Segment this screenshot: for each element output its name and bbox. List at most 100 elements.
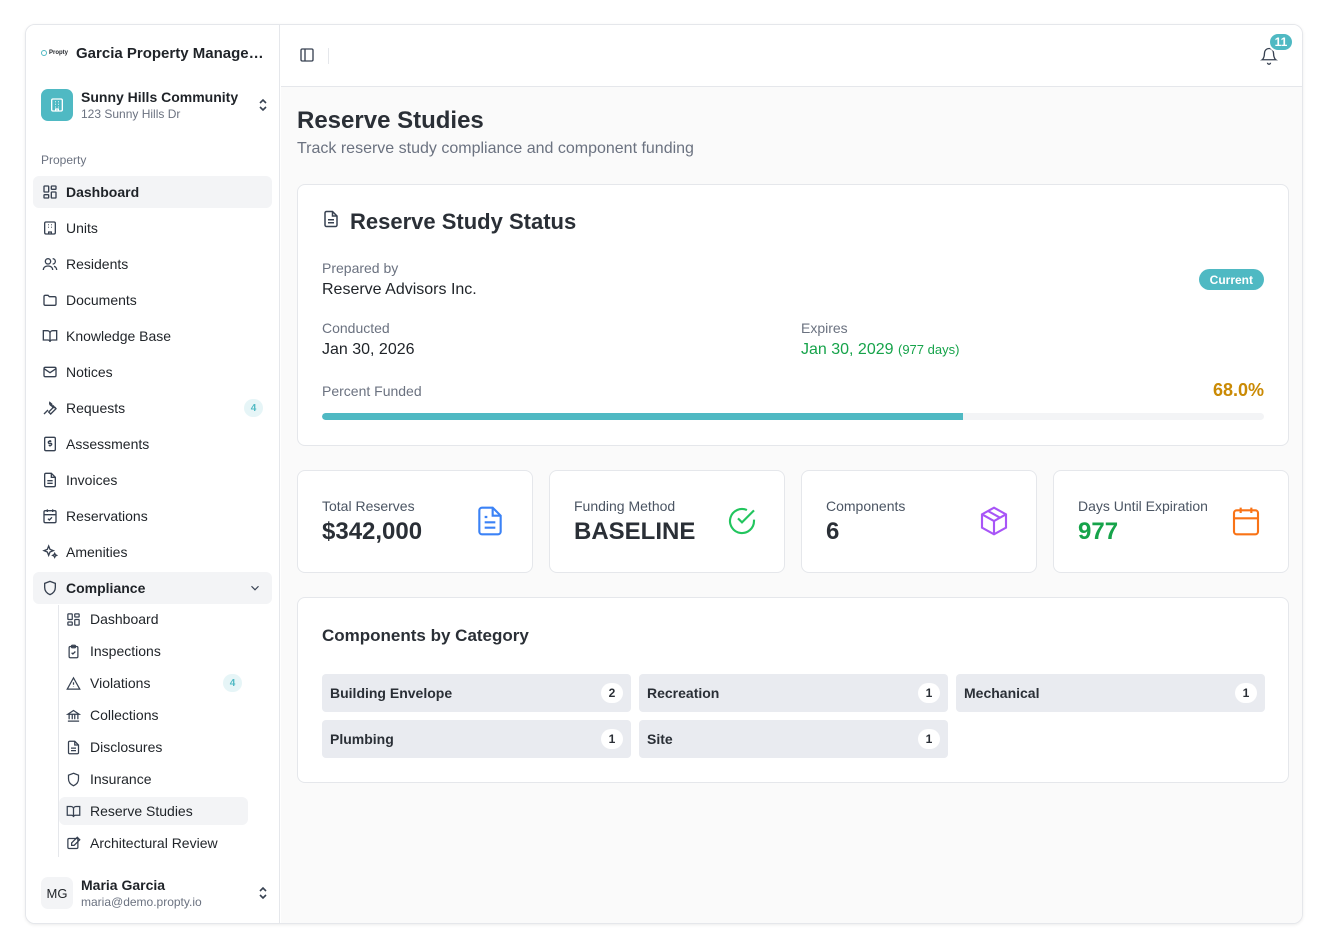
topbar-divider (328, 48, 329, 64)
sidebar-item-compliance[interactable]: Compliance (33, 572, 272, 604)
sidebar-item-label: Knowledge Base (66, 328, 172, 344)
components-by-category-card: Components by Category Building Envelope… (297, 597, 1289, 783)
sidebar-item-dashboard[interactable]: Dashboard (33, 176, 272, 208)
subnav-item-label: Architectural Review (90, 835, 218, 851)
sidebar-item-knowledge-base[interactable]: Knowledge Base (33, 320, 272, 352)
category-item[interactable]: Recreation 1 (639, 674, 948, 712)
brand-logo: Propty (41, 50, 68, 56)
chevron-down-icon (248, 581, 262, 598)
sidebar-item-invoices[interactable]: Invoices (33, 464, 272, 496)
brand-logo-text: Propty (49, 50, 69, 56)
subnav-item-label: Violations (90, 675, 151, 691)
sidebar-item-notices[interactable]: Notices (33, 356, 272, 388)
stat-value: 977 (1078, 518, 1119, 545)
sidebar-nav: Dashboard Units Residents Documents Know… (33, 176, 272, 608)
book-icon (42, 328, 58, 344)
brand-logo-mark-icon (41, 50, 47, 56)
bank-icon (66, 708, 81, 723)
sidebar-toggle-icon[interactable] (299, 47, 315, 63)
percent-funded-value: 68.0% (1212, 380, 1264, 400)
sidebar-item-label: Amenities (66, 544, 128, 560)
dashboard-icon (42, 184, 58, 200)
sidebar-item-units[interactable]: Units (33, 212, 272, 244)
main-content: 11 Reserve Studies Track reserve study c… (281, 25, 1302, 923)
subnav-item-architectural-review[interactable]: Architectural Review (59, 829, 248, 857)
building-icon (41, 89, 73, 121)
sidebar-item-label: Requests (66, 400, 126, 416)
box-icon (978, 505, 1010, 537)
category-grid: Building Envelope 2 Recreation 1 Mechani… (322, 674, 1265, 758)
dashboard-icon (66, 612, 81, 627)
shield-icon (66, 772, 81, 787)
category-name: Site (647, 731, 673, 747)
subnav-item-label: Disclosures (90, 739, 163, 755)
sidebar-item-label: Reservations (66, 508, 148, 524)
category-item[interactable]: Mechanical 1 (956, 674, 1265, 712)
stat-value: BASELINE (574, 518, 696, 545)
percent-funded-bar-fill (322, 413, 963, 420)
check-circle-icon (726, 505, 758, 537)
community-name: Sunny Hills Community (81, 89, 239, 105)
sidebar-item-requests[interactable]: Requests 4 (33, 392, 272, 424)
community-switcher[interactable]: Sunny Hills Community 123 Sunny Hills Dr (41, 88, 269, 122)
stat-card-components: Components 6 (801, 470, 1037, 573)
requests-count-badge: 4 (244, 399, 263, 417)
sidebar-item-amenities[interactable]: Amenities (33, 536, 272, 568)
user-menu[interactable]: MG Maria Garcia maria@demo.propty.io (41, 876, 269, 910)
stat-value: 6 (826, 518, 840, 545)
sidebar-item-label: Residents (66, 256, 129, 272)
category-item[interactable]: Building Envelope 2 (322, 674, 631, 712)
sidebar-item-residents[interactable]: Residents (33, 248, 272, 280)
sidebar-item-assessments[interactable]: Assessments (33, 428, 272, 460)
status-card-title: Reserve Study Status (322, 209, 576, 235)
building-icon (42, 220, 58, 236)
category-count: 1 (918, 683, 940, 703)
book-icon (66, 804, 81, 819)
category-item[interactable]: Plumbing 1 (322, 720, 631, 758)
compliance-subnav: Dashboard Inspections Violations 4 Colle… (59, 605, 248, 861)
subnav-item-dashboard[interactable]: Dashboard (59, 605, 248, 633)
avatar: MG (41, 877, 73, 909)
edit-icon (66, 835, 81, 851)
brand-name: Garcia Property Managem... (76, 44, 267, 62)
category-count: 1 (601, 729, 623, 749)
reserve-study-status-card: Reserve Study Status Prepared by Reserve… (297, 184, 1289, 446)
category-item[interactable]: Site 1 (639, 720, 948, 758)
clipboard-check-icon (66, 644, 81, 659)
status-card-title-text: Reserve Study Status (350, 209, 577, 234)
prepared-by-value: Reserve Advisors Inc. (322, 281, 477, 298)
page-subtitle: Track reserve study compliance and compo… (297, 140, 694, 157)
shield-icon (42, 580, 58, 596)
subnav-item-disclosures[interactable]: Disclosures (59, 733, 248, 761)
file-text-icon (66, 740, 81, 755)
category-name: Building Envelope (330, 685, 453, 701)
stat-value: $342,000 (322, 518, 423, 545)
category-count: 2 (601, 683, 623, 703)
sidebar-item-label: Units (66, 220, 98, 236)
stat-label: Funding Method (574, 498, 676, 514)
sidebar-item-label: Compliance (66, 580, 146, 596)
sidebar-item-documents[interactable]: Documents (33, 284, 272, 316)
subnav-item-reserve-studies[interactable]: Reserve Studies (59, 797, 248, 825)
expires-label: Expires (801, 320, 848, 336)
conducted-value: Jan 30, 2026 (322, 341, 415, 358)
notification-count-badge: 11 (1268, 32, 1294, 52)
category-name: Recreation (647, 685, 720, 701)
sparkles-icon (42, 544, 58, 560)
subnav-item-collections[interactable]: Collections (59, 701, 248, 729)
stat-label: Days Until Expiration (1078, 498, 1208, 514)
subnav-item-insurance[interactable]: Insurance (59, 765, 248, 793)
dollar-receipt-icon (42, 436, 58, 452)
document-icon (474, 505, 506, 537)
file-icon (42, 472, 58, 488)
percent-funded-label: Percent Funded (322, 383, 422, 399)
subnav-item-violations[interactable]: Violations 4 (59, 669, 248, 697)
chevrons-up-down-icon (257, 885, 269, 901)
subnav-item-label: Inspections (90, 643, 161, 659)
section-label-property: Property (41, 153, 87, 167)
expires-value: Jan 30, 2029 (977 days) (801, 341, 959, 359)
sidebar-item-label: Documents (66, 292, 137, 308)
subnav-item-inspections[interactable]: Inspections (59, 637, 248, 665)
sidebar-item-reservations[interactable]: Reservations (33, 500, 272, 532)
brand[interactable]: Propty Garcia Property Managem... (41, 43, 269, 63)
